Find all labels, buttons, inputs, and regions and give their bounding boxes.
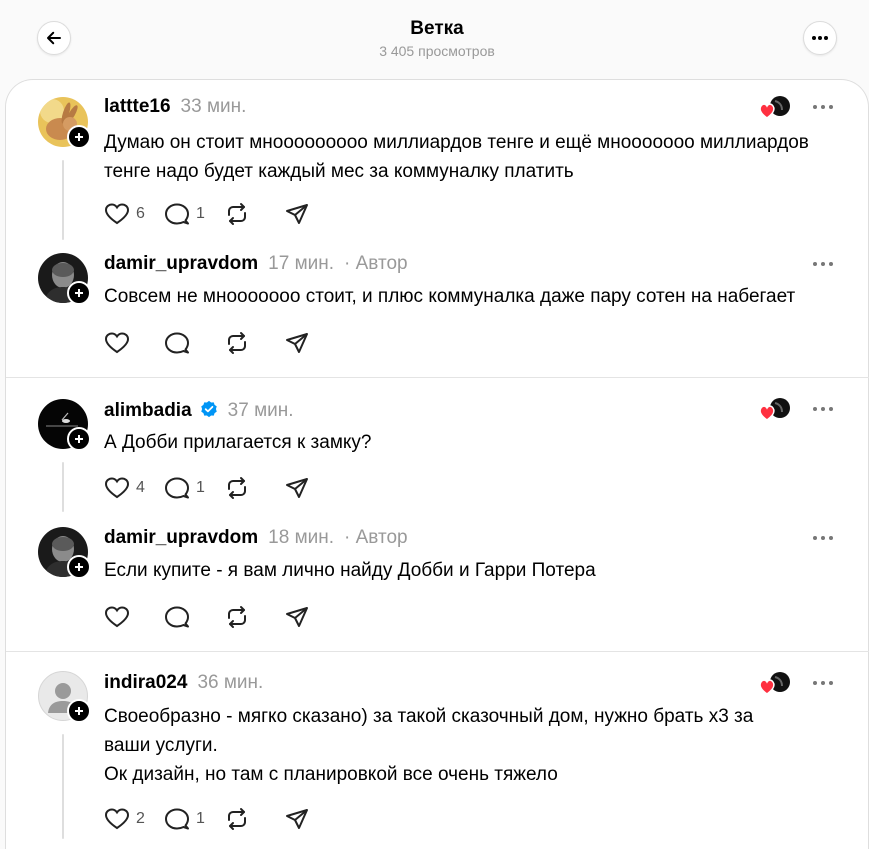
follow-plus-button[interactable] [67, 125, 91, 149]
plus-icon [75, 707, 83, 715]
repost-icon [228, 332, 246, 354]
heart-icon [104, 332, 130, 354]
reply-button[interactable]: 1 [164, 200, 224, 228]
repost-button[interactable] [224, 474, 284, 502]
comment-text: Думаю он стоит мнооооооооо миллиардов те… [104, 132, 809, 182]
share-button[interactable] [284, 603, 344, 631]
author-liked-indicator [758, 94, 792, 120]
like-button[interactable]: 6 [104, 200, 164, 228]
thread-line [62, 462, 64, 512]
send-icon [286, 607, 308, 627]
reply-button[interactable]: 1 [164, 805, 224, 833]
more-options-button[interactable] [803, 21, 837, 55]
more-horizontal-icon[interactable] [812, 257, 834, 271]
username[interactable]: lattte16 [104, 96, 171, 118]
send-icon [286, 333, 308, 353]
follow-plus-button[interactable] [67, 427, 91, 451]
username[interactable]: indira024 [104, 672, 187, 694]
follow-plus-button[interactable] [67, 281, 91, 305]
reply-button[interactable] [164, 329, 224, 357]
divider [6, 651, 869, 652]
follow-plus-button[interactable] [67, 699, 91, 723]
plus-icon [75, 289, 83, 297]
like-button[interactable] [104, 603, 164, 631]
timestamp[interactable]: 33 мин. [181, 96, 247, 118]
repost-icon [228, 808, 246, 830]
heart-icon [104, 808, 130, 830]
timestamp[interactable]: 36 мин. [197, 672, 263, 694]
username[interactable]: alimbadia [104, 400, 192, 422]
more-horizontal-icon[interactable] [812, 100, 834, 114]
follow-plus-button[interactable] [67, 555, 91, 579]
like-count: 2 [136, 810, 145, 827]
heart-icon [104, 477, 130, 499]
timestamp[interactable]: 17 мин. [268, 253, 334, 275]
author-badge: · Автор [344, 527, 408, 548]
repost-icon [228, 606, 246, 628]
more-horizontal-icon[interactable] [812, 402, 834, 416]
comment-icon [165, 203, 189, 225]
author-liked-indicator [758, 670, 792, 696]
comment-icon [165, 477, 189, 499]
repost-icon [228, 477, 246, 499]
comment-icon [165, 606, 189, 628]
comment-text: А Добби прилагается к замку? [104, 432, 372, 453]
send-icon [286, 478, 308, 498]
share-button[interactable] [284, 200, 344, 228]
username[interactable]: damir_upravdom [104, 527, 258, 549]
send-icon [286, 204, 308, 224]
reply-text: Если купите - я вам лично найду Добби и … [104, 560, 596, 581]
reply-count: 1 [196, 479, 205, 496]
author-liked-indicator [758, 396, 792, 422]
heart-icon [759, 103, 775, 119]
send-icon [286, 809, 308, 829]
thread-header: Ветка 3 405 просмотров [0, 0, 869, 80]
plus-icon [75, 435, 83, 443]
more-horizontal-icon [812, 36, 828, 40]
plus-icon [75, 133, 83, 141]
reply-button[interactable] [164, 603, 224, 631]
reply-count: 1 [196, 205, 205, 222]
heart-icon [104, 203, 130, 225]
repost-button[interactable] [224, 200, 284, 228]
repost-button[interactable] [224, 603, 284, 631]
plus-icon [75, 563, 83, 571]
comment-icon [165, 332, 189, 354]
more-horizontal-icon[interactable] [812, 531, 834, 545]
page-title: Ветка [410, 18, 464, 39]
reply-text: Совсем не мнооооооо стоит, и плюс коммун… [104, 286, 796, 307]
reply-button[interactable]: 1 [164, 474, 224, 502]
divider [6, 377, 869, 378]
thread-line [62, 160, 64, 240]
like-button[interactable] [104, 329, 164, 357]
views-count: 3 405 просмотров [379, 43, 495, 59]
thread-line [62, 734, 64, 839]
heart-icon [104, 606, 130, 628]
comment-icon [165, 808, 189, 830]
thread-feed: lattte16 33 мин. Думаю он стоит мноооооо… [5, 79, 869, 849]
share-button[interactable] [284, 474, 344, 502]
timestamp[interactable]: 18 мин. [268, 527, 334, 549]
repost-icon [228, 203, 246, 225]
verified-badge-icon [200, 400, 217, 418]
heart-icon [759, 679, 775, 695]
comment-text-second-paragraph: Ок дизайн, но там с планировкой все очен… [104, 764, 558, 785]
comment-text: Своеобразно - мягко сказано) за такой ск… [104, 706, 754, 756]
like-count: 6 [136, 205, 145, 222]
timestamp[interactable]: 37 мин. [228, 400, 294, 422]
repost-button[interactable] [224, 805, 284, 833]
reply-count: 1 [196, 810, 205, 827]
share-button[interactable] [284, 329, 344, 357]
like-count: 4 [136, 479, 145, 496]
author-badge: · Автор [344, 253, 408, 274]
username[interactable]: damir_upravdom [104, 253, 258, 275]
repost-button[interactable] [224, 329, 284, 357]
share-button[interactable] [284, 805, 344, 833]
more-horizontal-icon[interactable] [812, 676, 834, 690]
like-button[interactable]: 2 [104, 805, 164, 833]
heart-icon [759, 405, 775, 421]
like-button[interactable]: 4 [104, 474, 164, 502]
